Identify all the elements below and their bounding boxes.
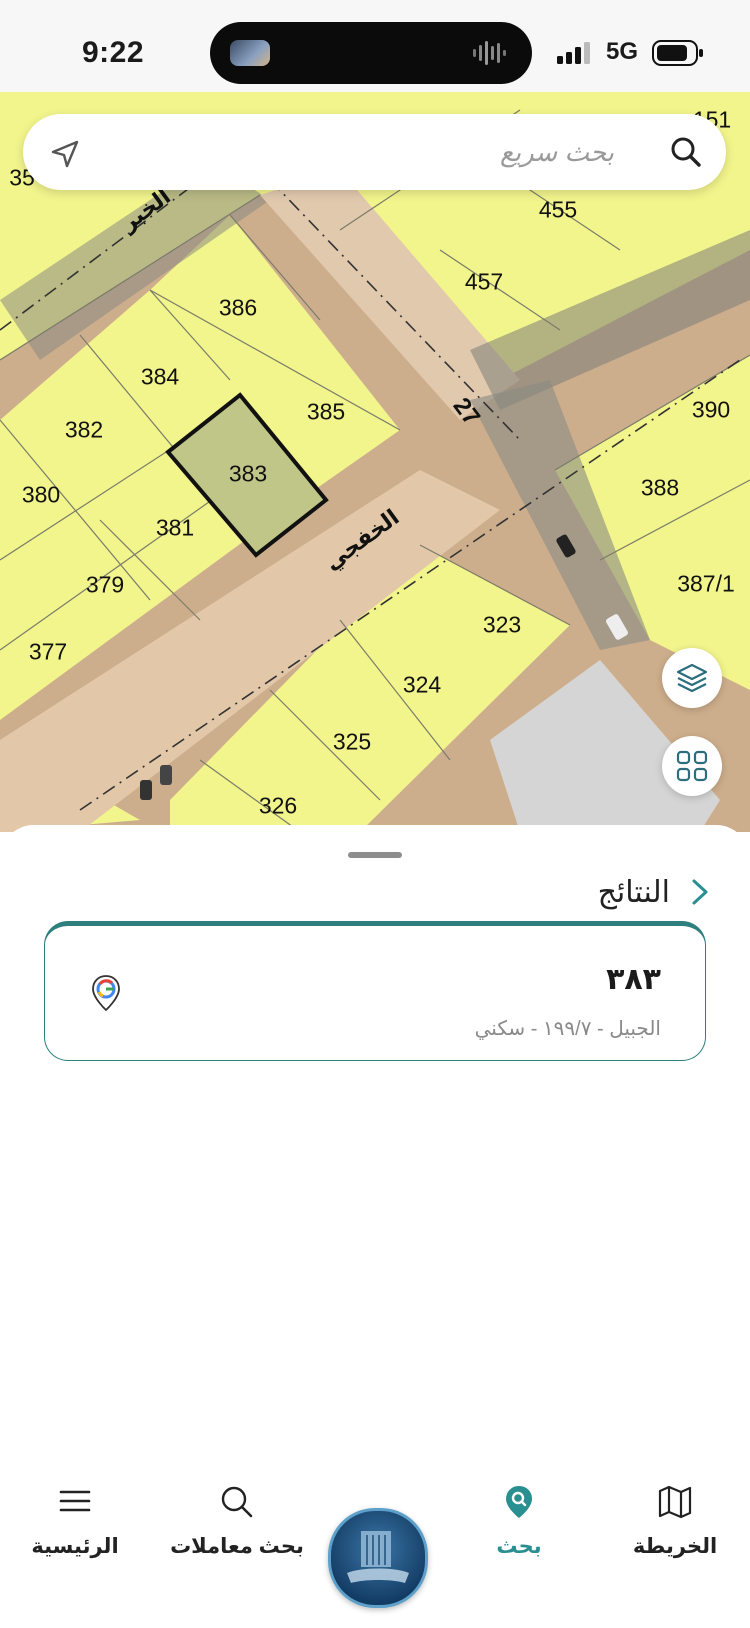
lot-label: 457	[464, 268, 504, 295]
lot-label: 380	[21, 481, 61, 508]
lot-label: 381	[155, 514, 195, 541]
lot-label-selected[interactable]: 383	[229, 461, 267, 488]
lot-label: 384	[140, 363, 180, 390]
nav-label: بحث معاملات	[170, 1535, 304, 1558]
google-maps-pin-icon[interactable]	[91, 974, 121, 1012]
search-pin-icon	[506, 1486, 532, 1518]
result-card[interactable]: ٣٨٣ الجبيل - ١٩٩/٧ - سكني	[44, 921, 706, 1061]
lot-label: 388	[640, 474, 680, 501]
quick-search-bar[interactable]: بحث سريع	[23, 114, 726, 190]
lot-label: 390	[691, 396, 731, 423]
lot-label: 323	[482, 611, 522, 638]
lot-label: 386	[218, 294, 258, 321]
location-arrow-icon[interactable]	[47, 136, 83, 172]
lot-label: 382	[64, 416, 104, 443]
lot-label: 377	[28, 638, 68, 665]
lot-label: 324	[402, 671, 442, 698]
parcel-map	[0, 92, 750, 832]
status-time: 9:22	[82, 36, 145, 69]
chevron-right-icon[interactable]	[690, 877, 710, 907]
network-type: 5G	[606, 38, 639, 65]
layers-button[interactable]	[662, 648, 722, 708]
lot-label: 326	[258, 792, 298, 819]
audio-wave-icon	[473, 41, 506, 65]
lot-label: 455	[538, 196, 578, 223]
map-view[interactable]: 386 384 385 382 383 380 381 379 377 457 …	[0, 92, 750, 832]
app-logo-button[interactable]	[328, 1508, 428, 1608]
result-subtitle: الجبيل - ١٩٩/٧ - سكني	[474, 1018, 661, 1040]
result-title: ٣٨٣	[606, 963, 661, 996]
lot-label: 385	[306, 398, 346, 425]
lot-label: 387/1	[677, 570, 735, 597]
bottom-navigation: الخريطة بحث بحث معاملات الرئيسية	[0, 1485, 750, 1628]
media-thumbnail	[230, 40, 270, 66]
menu-icon	[59, 1490, 91, 1512]
search-input[interactable]: بحث سريع	[500, 137, 614, 168]
nav-search[interactable]: بحث	[444, 1486, 594, 1600]
cellular-signal-icon	[557, 42, 590, 64]
nav-label: بحث	[496, 1535, 542, 1558]
lot-label: 379	[85, 571, 125, 598]
search-icon	[221, 1486, 253, 1518]
nav-transactions-search[interactable]: بحث معاملات	[162, 1486, 312, 1600]
search-icon[interactable]	[668, 134, 704, 170]
layers-icon	[676, 663, 708, 693]
nav-home[interactable]: الرئيسية	[0, 1490, 150, 1600]
battery-icon	[652, 40, 703, 66]
dynamic-island	[210, 22, 532, 84]
grid-icon	[676, 750, 708, 782]
lot-label: 325	[332, 728, 372, 755]
building-logo-icon	[347, 1531, 409, 1583]
results-title: النتائج	[597, 876, 670, 909]
map-icon	[658, 1485, 692, 1519]
nav-label: الرئيسية	[31, 1535, 119, 1558]
grid-view-button[interactable]	[662, 736, 722, 796]
nav-map[interactable]: الخريطة	[600, 1485, 750, 1600]
sheet-grabber[interactable]	[348, 852, 402, 858]
nav-label: الخريطة	[632, 1535, 718, 1558]
status-bar: 9:22 5G	[0, 0, 750, 92]
